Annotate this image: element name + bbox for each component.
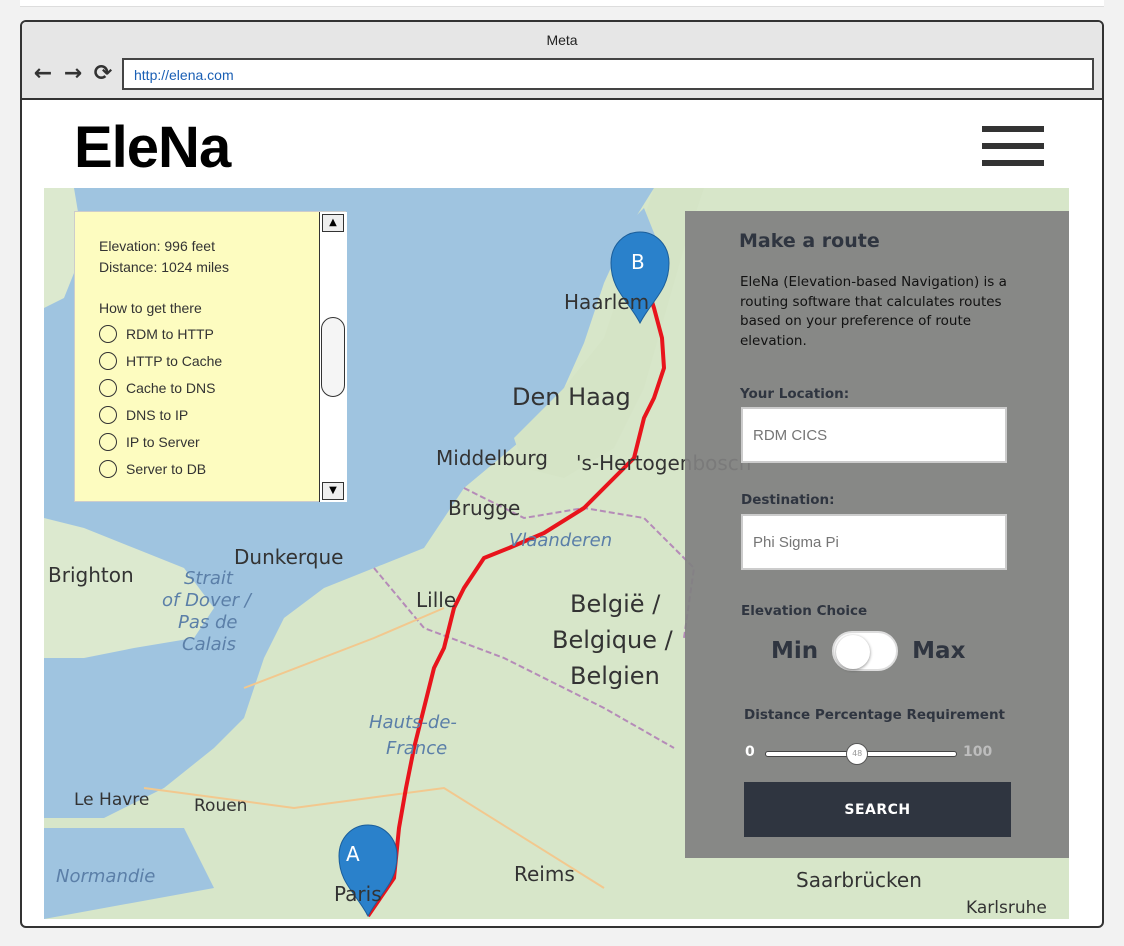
step-item[interactable]: IP to Server [99, 428, 229, 455]
panel-title: Make a route [739, 230, 880, 252]
arrow-left-icon[interactable]: ← [30, 62, 56, 86]
page-top-edge [20, 0, 1104, 7]
url-bar[interactable]: http://elena.com [122, 58, 1094, 90]
window-title: Meta [546, 32, 578, 48]
map-label: Strait [184, 568, 233, 589]
hamburger-icon[interactable] [982, 126, 1044, 174]
browser-window: Meta ← → ⟳ http://elena.com EleNa A B Ha… [20, 20, 1104, 928]
map-label: Haarlem [564, 290, 650, 314]
map-label: Brugge [448, 496, 521, 520]
slider-max-label: 100 [963, 744, 993, 760]
step-label: Server to DB [126, 460, 207, 477]
distance-readout: Distance: 1024 miles [99, 259, 229, 275]
elevation-toggle[interactable] [832, 631, 899, 671]
map-label: Karlsruhe [966, 898, 1047, 918]
map-label: Calais [182, 634, 237, 655]
toggle-max-label: Max [912, 638, 966, 664]
toggle-min-label: Min [771, 638, 819, 664]
nav-buttons: ← → ⟳ [30, 62, 116, 86]
info-scrollbar[interactable]: ▲ ▼ [319, 212, 347, 502]
step-item[interactable]: DNS to IP [99, 401, 229, 428]
marker-a-label: A [346, 842, 360, 866]
radio-button[interactable] [99, 351, 117, 370]
slider-track[interactable]: 48 [765, 743, 957, 765]
step-item[interactable]: HTTP to Cache [99, 347, 229, 374]
step-label: Cache to DNS [126, 379, 216, 396]
location-input[interactable] [741, 407, 1007, 463]
radio-button[interactable] [99, 432, 117, 451]
map[interactable]: A B Haarlem Den Haag Middelburg 's-Herto… [44, 188, 1069, 919]
reload-icon[interactable]: ⟳ [90, 62, 116, 86]
app-logo: EleNa [74, 115, 231, 180]
search-button[interactable]: SEARCH [744, 782, 1011, 837]
map-label: Le Havre [74, 790, 150, 810]
step-label: HTTP to Cache [126, 352, 223, 369]
distance-percentage-label: Distance Percentage Requirement [744, 707, 1006, 723]
elevation-toggle-row: Min Max [771, 631, 965, 671]
map-label: Belgique / [552, 626, 673, 654]
map-label: of Dover / [162, 590, 251, 611]
step-label: RDM to HTTP [126, 325, 214, 342]
map-label: Paris [334, 882, 382, 906]
map-label: Dunkerque [234, 545, 344, 569]
radio-button[interactable] [99, 324, 117, 343]
step-label: IP to Server [126, 433, 200, 450]
toggle-knob[interactable] [836, 635, 871, 669]
radio-button[interactable] [99, 459, 117, 478]
browser-chrome: Meta ← → ⟳ http://elena.com [22, 22, 1102, 100]
slider-min-label: 0 [745, 744, 755, 760]
map-label: Middelburg [436, 446, 549, 470]
radio-button[interactable] [99, 405, 117, 424]
map-label: Saarbrücken [796, 868, 922, 892]
map-label: Belgien [570, 662, 660, 690]
map-label: France [386, 738, 448, 759]
map-label: Den Haag [512, 383, 631, 411]
elevation-readout: Elevation: 996 feet [99, 238, 215, 254]
map-label: België / [570, 590, 661, 618]
route-info-box: Elevation: 996 feet Distance: 1024 miles… [74, 211, 347, 502]
route-panel: Make a route EleNa (Elevation-based Navi… [685, 211, 1069, 858]
location-label: Your Location: [740, 386, 850, 402]
map-label: Pas de [178, 612, 238, 633]
map-label: Brighton [48, 563, 134, 587]
step-item[interactable]: RDM to HTTP [99, 320, 229, 347]
step-item[interactable]: Server to DB [99, 455, 229, 482]
slider-thumb[interactable]: 48 [846, 743, 869, 765]
route-info-content: Elevation: 996 feet Distance: 1024 miles… [99, 238, 229, 482]
scroll-down-icon[interactable]: ▼ [322, 482, 344, 500]
scroll-thumb[interactable] [321, 317, 345, 397]
map-label: Vlaanderen [509, 530, 613, 551]
distance-slider[interactable]: 0 48 100 [745, 741, 1005, 765]
destination-label: Destination: [741, 492, 835, 508]
panel-description: EleNa (Elevation-based Navigation) is a … [740, 274, 1007, 349]
step-label: DNS to IP [126, 406, 189, 423]
destination-input[interactable] [741, 514, 1007, 570]
map-label: Lille [416, 588, 457, 612]
map-label: Hauts-de- [369, 712, 457, 733]
map-label: Normandie [56, 866, 156, 887]
map-label: Rouen [194, 796, 248, 816]
arrow-right-icon[interactable]: → [60, 62, 86, 86]
steps-title: How to get there [99, 300, 202, 316]
map-label: Reims [514, 862, 575, 886]
scroll-up-icon[interactable]: ▲ [322, 214, 344, 232]
radio-button[interactable] [99, 378, 117, 397]
elevation-choice-label: Elevation Choice [741, 603, 868, 619]
step-item[interactable]: Cache to DNS [99, 374, 229, 401]
marker-b-label: B [631, 250, 645, 274]
